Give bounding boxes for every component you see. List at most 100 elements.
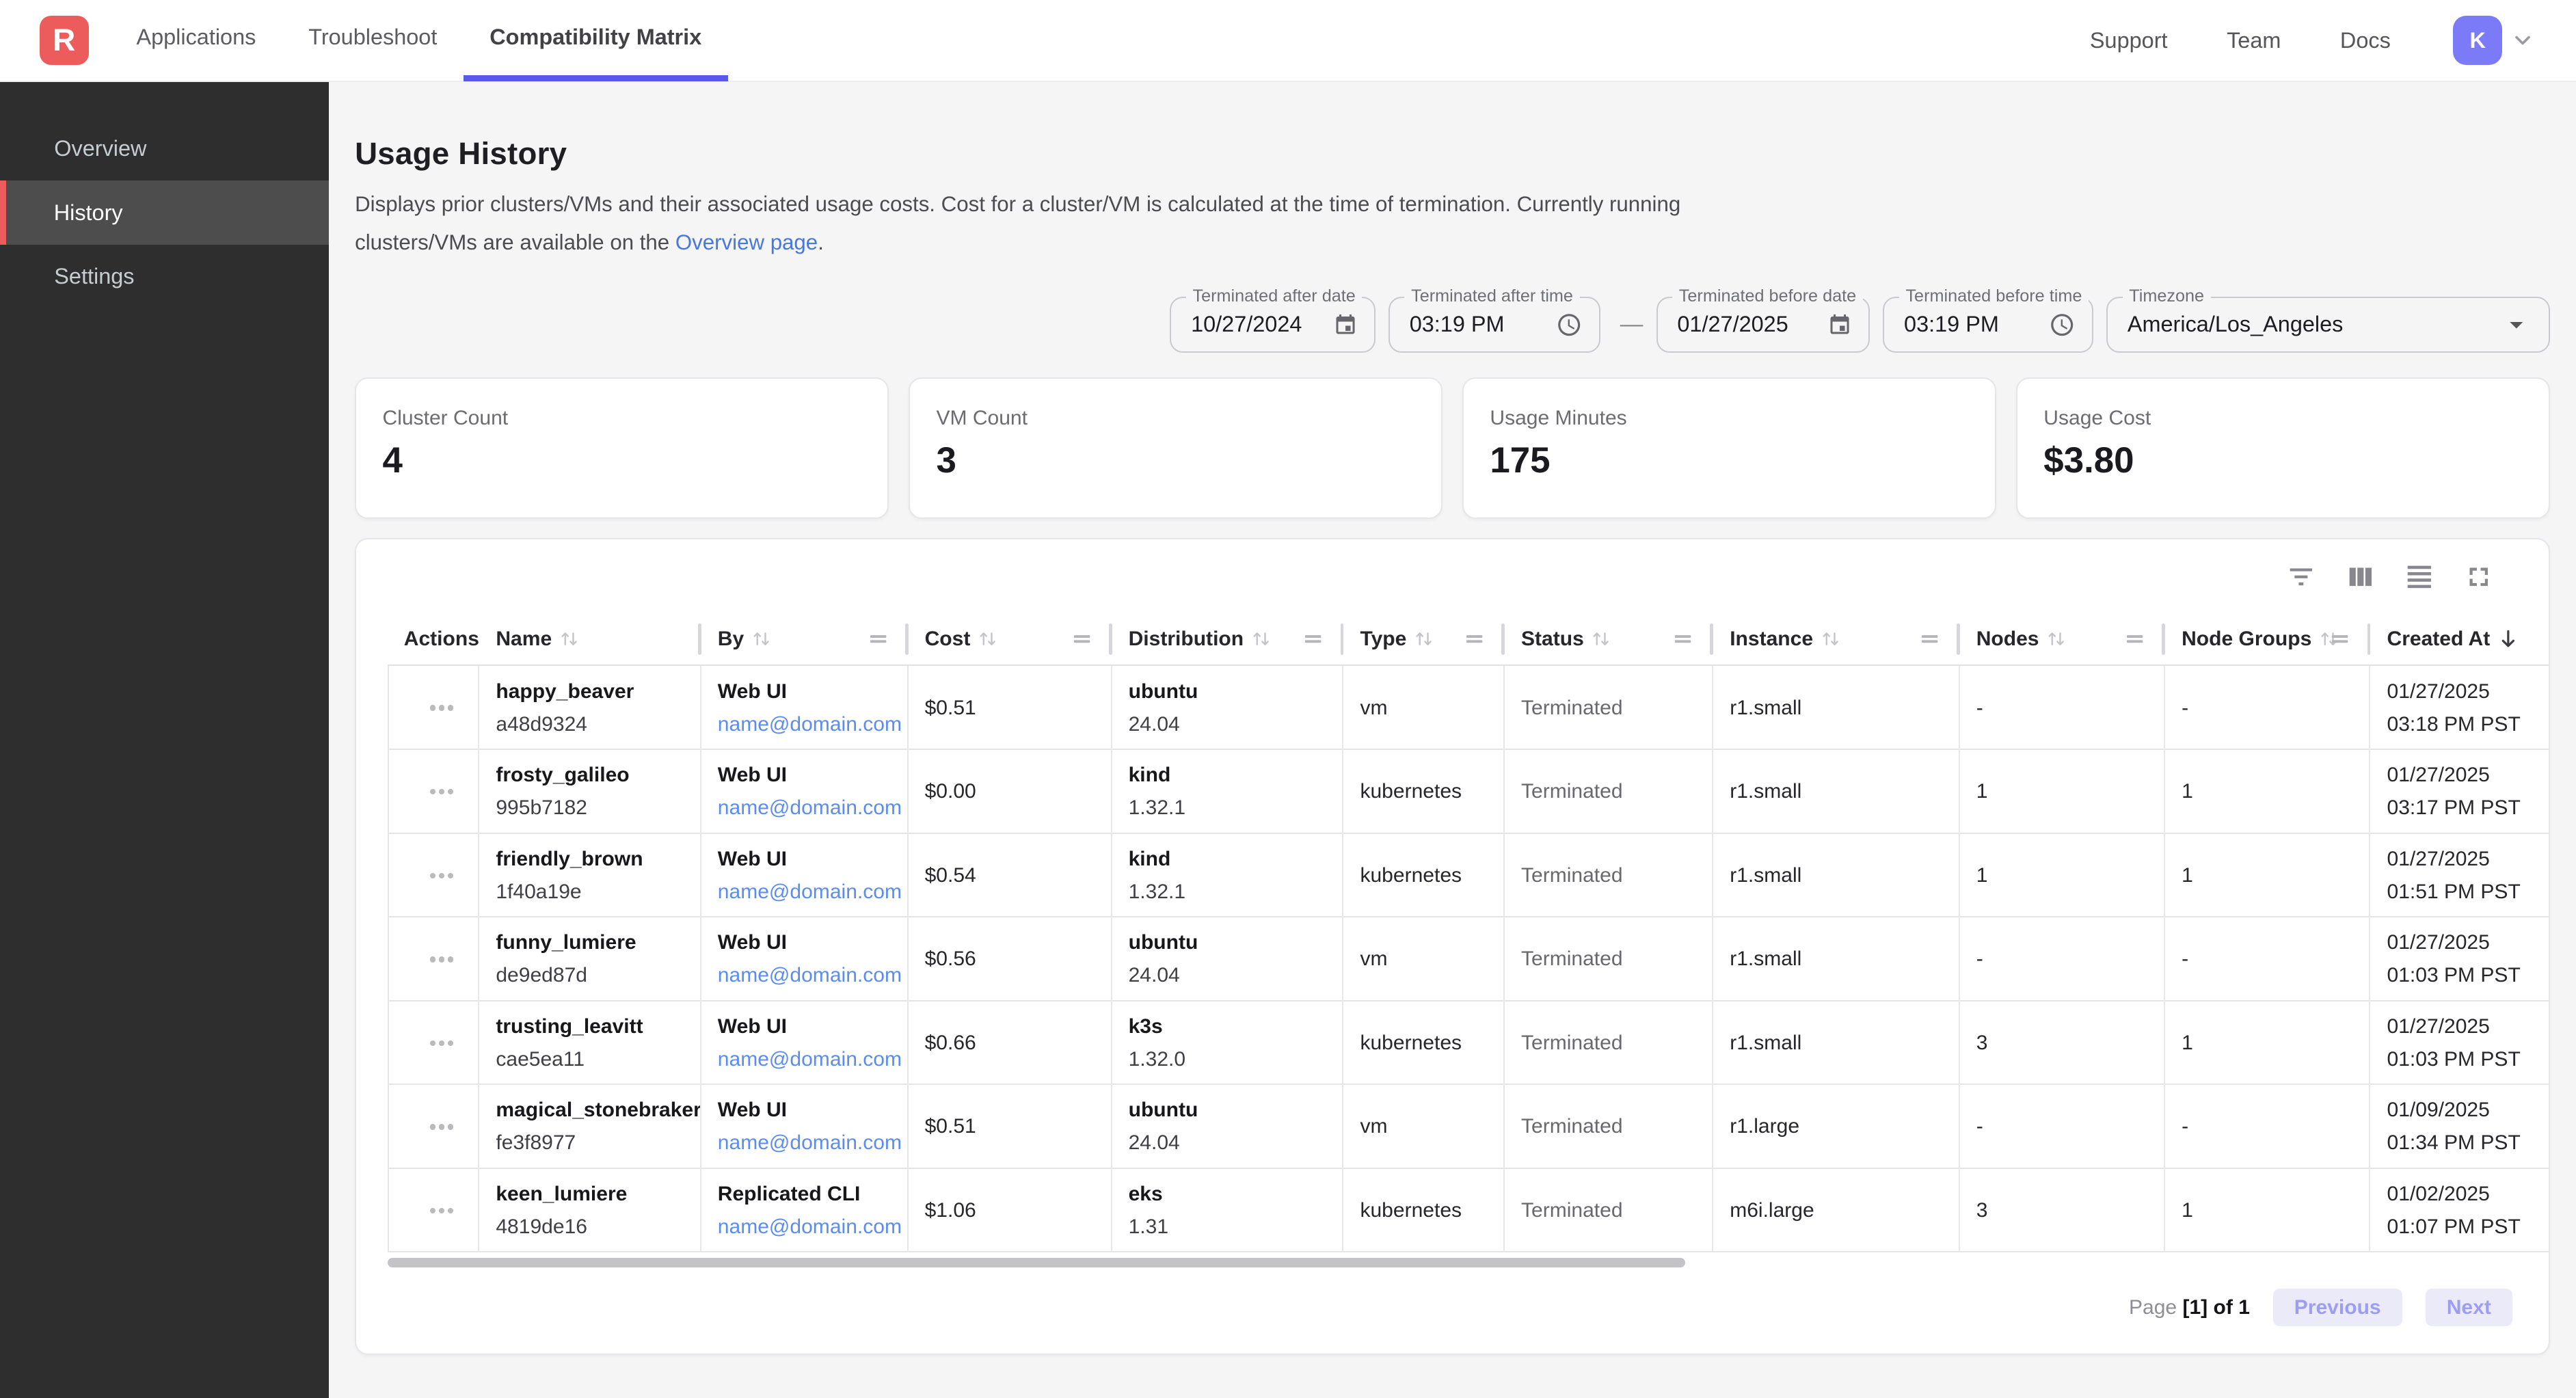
column-menu-icon[interactable] — [2329, 628, 2350, 649]
filter-terminated-after-date[interactable]: Terminated after date10/27/2024 — [1170, 297, 1375, 353]
secondary-nav: Support Team Docs — [2090, 28, 2450, 53]
column-menu-icon[interactable] — [868, 628, 889, 649]
column-header-distribution[interactable]: Distribution — [1112, 613, 1344, 665]
chevron-down-icon[interactable] — [2510, 28, 2535, 53]
sidebar-item-settings[interactable]: Settings — [0, 245, 329, 309]
table-row: funny_lumierede9ed87d Web UIname@domain.c… — [388, 917, 2550, 1002]
row-created-date: 01/27/2025 — [2387, 1010, 2550, 1043]
sidebar-item-overview[interactable]: Overview — [0, 117, 329, 181]
filter-terminated-before-date[interactable]: Terminated before date01/27/2025 — [1656, 297, 1870, 353]
filter-icon[interactable] — [2285, 561, 2317, 593]
row-instance: r1.small — [1730, 1027, 1958, 1060]
sidebar-item-history[interactable]: History — [0, 180, 329, 245]
row-cost: $0.51 — [925, 1110, 1111, 1143]
row-created-time: 03:18 PM PST — [2387, 708, 2550, 741]
nav-link-team[interactable]: Team — [2227, 28, 2281, 53]
cell-distribution: k3s1.32.0 — [1112, 1002, 1344, 1086]
column-header-by[interactable]: By — [701, 613, 909, 665]
usage-table-card: ActionsNameByCostDistributionTypeStatusI… — [355, 538, 2550, 1354]
filter-timezone[interactable]: TimezoneAmerica/Los_Angeles — [2106, 297, 2550, 353]
tab-applications[interactable]: Applications — [110, 0, 282, 81]
filter-label: Timezone — [2123, 286, 2211, 306]
filter-value: 03:19 PM — [1904, 312, 2039, 337]
filter-terminated-after-time[interactable]: Terminated after time03:19 PM — [1388, 297, 1600, 353]
row-actions-button[interactable] — [430, 863, 454, 888]
column-header-nodes[interactable]: Nodes — [1960, 613, 2165, 665]
column-menu-icon[interactable] — [2124, 628, 2145, 649]
row-actions-button[interactable] — [430, 1114, 454, 1140]
row-by-email[interactable]: name@domain.com — [718, 792, 907, 824]
row-by-source: Web UI — [718, 843, 907, 876]
row-name: frosty_galileo — [496, 759, 699, 792]
overview-page-link[interactable]: Overview page — [675, 230, 818, 254]
density-icon[interactable] — [2404, 561, 2435, 593]
fullscreen-icon[interactable] — [2463, 561, 2495, 593]
column-header-created-at[interactable]: Created At — [2370, 613, 2549, 665]
row-by-email[interactable]: name@domain.com — [718, 1211, 907, 1244]
row-created-time: 01:03 PM PST — [2387, 1043, 2550, 1076]
cell-type: vm — [1343, 917, 1505, 1002]
cell-name: frosty_galileo995b7182 — [479, 750, 701, 834]
table-header-row: ActionsNameByCostDistributionTypeStatusI… — [388, 613, 2550, 666]
tab-troubleshoot[interactable]: Troubleshoot — [282, 0, 464, 81]
row-by-source: Replicated CLI — [718, 1178, 907, 1211]
sort-icon — [1820, 628, 1841, 649]
replicated-logo[interactable]: R — [40, 16, 89, 65]
row-distribution-version: 1.32.0 — [1129, 1043, 1343, 1076]
row-actions-button[interactable] — [430, 1030, 454, 1056]
column-menu-icon[interactable] — [1071, 628, 1092, 649]
row-distribution-version: 24.04 — [1129, 959, 1343, 992]
main-content: Usage History Displays prior clusters/VM… — [329, 82, 2576, 1398]
column-menu-icon[interactable] — [1919, 628, 1940, 649]
column-header-name[interactable]: Name — [479, 613, 701, 665]
row-actions-button[interactable] — [430, 779, 454, 805]
row-name: happy_beaver — [496, 675, 699, 708]
row-created-time: 01:03 PM PST — [2387, 959, 2550, 992]
nav-link-support[interactable]: Support — [2090, 28, 2168, 53]
column-header-cost[interactable]: Cost — [909, 613, 1112, 665]
user-avatar[interactable]: K — [2453, 16, 2502, 65]
filter-value: America/Los_Angeles — [2128, 312, 2491, 337]
row-actions-button[interactable] — [430, 695, 454, 721]
row-node-groups: 1 — [2182, 1194, 2369, 1227]
stat-value: $3.80 — [2043, 440, 2522, 481]
row-actions-button[interactable] — [430, 1198, 454, 1223]
row-by-email[interactable]: name@domain.com — [718, 959, 907, 992]
previous-page-button[interactable]: Previous — [2273, 1289, 2402, 1326]
column-menu-icon[interactable] — [1302, 628, 1324, 649]
filter-terminated-before-time[interactable]: Terminated before time03:19 PM — [1883, 297, 2093, 353]
cell-actions — [388, 1169, 480, 1253]
row-instance: m6i.large — [1730, 1194, 1958, 1227]
row-by-email[interactable]: name@domain.com — [718, 1127, 907, 1159]
row-actions-button[interactable] — [430, 947, 454, 972]
column-header-instance[interactable]: Instance — [1713, 613, 1959, 665]
row-created-date: 01/09/2025 — [2387, 1094, 2550, 1127]
cell-nodes: 1 — [1960, 834, 2165, 918]
sort-icon — [977, 628, 998, 649]
dropdown-caret-icon — [2501, 309, 2532, 340]
nav-link-docs[interactable]: Docs — [2340, 28, 2391, 53]
column-header-node-groups[interactable]: Node Groups — [2165, 613, 2370, 665]
row-by-email[interactable]: name@domain.com — [718, 876, 907, 909]
columns-icon[interactable] — [2345, 561, 2376, 593]
tab-compatibility-matrix[interactable]: Compatibility Matrix — [464, 0, 728, 81]
row-type: kubernetes — [1360, 775, 1503, 808]
scrollbar-thumb[interactable] — [388, 1258, 1686, 1267]
cell-name: funny_lumierede9ed87d — [479, 917, 701, 1002]
cell-created-at: 01/09/202501:34 PM PST — [2370, 1085, 2549, 1169]
filter-label: Terminated after date — [1186, 286, 1363, 306]
table-body: happy_beavera48d9324Web UIname@domain.co… — [388, 666, 2550, 1252]
row-by-email[interactable]: name@domain.com — [718, 1043, 907, 1076]
column-header-status[interactable]: Status — [1505, 613, 1713, 665]
row-status: Terminated — [1521, 859, 1712, 892]
cell-cost: $0.54 — [909, 834, 1112, 918]
cell-node-groups: 1 — [2165, 1169, 2370, 1253]
row-distribution: ubuntu — [1129, 675, 1343, 708]
column-header-type[interactable]: Type — [1343, 613, 1505, 665]
stat-label: Cluster Count — [383, 407, 861, 430]
row-by-email[interactable]: name@domain.com — [718, 708, 907, 741]
row-by-source: Web UI — [718, 926, 907, 959]
next-page-button[interactable]: Next — [2426, 1289, 2513, 1326]
column-menu-icon[interactable] — [1464, 628, 1485, 649]
column-menu-icon[interactable] — [1672, 628, 1693, 649]
